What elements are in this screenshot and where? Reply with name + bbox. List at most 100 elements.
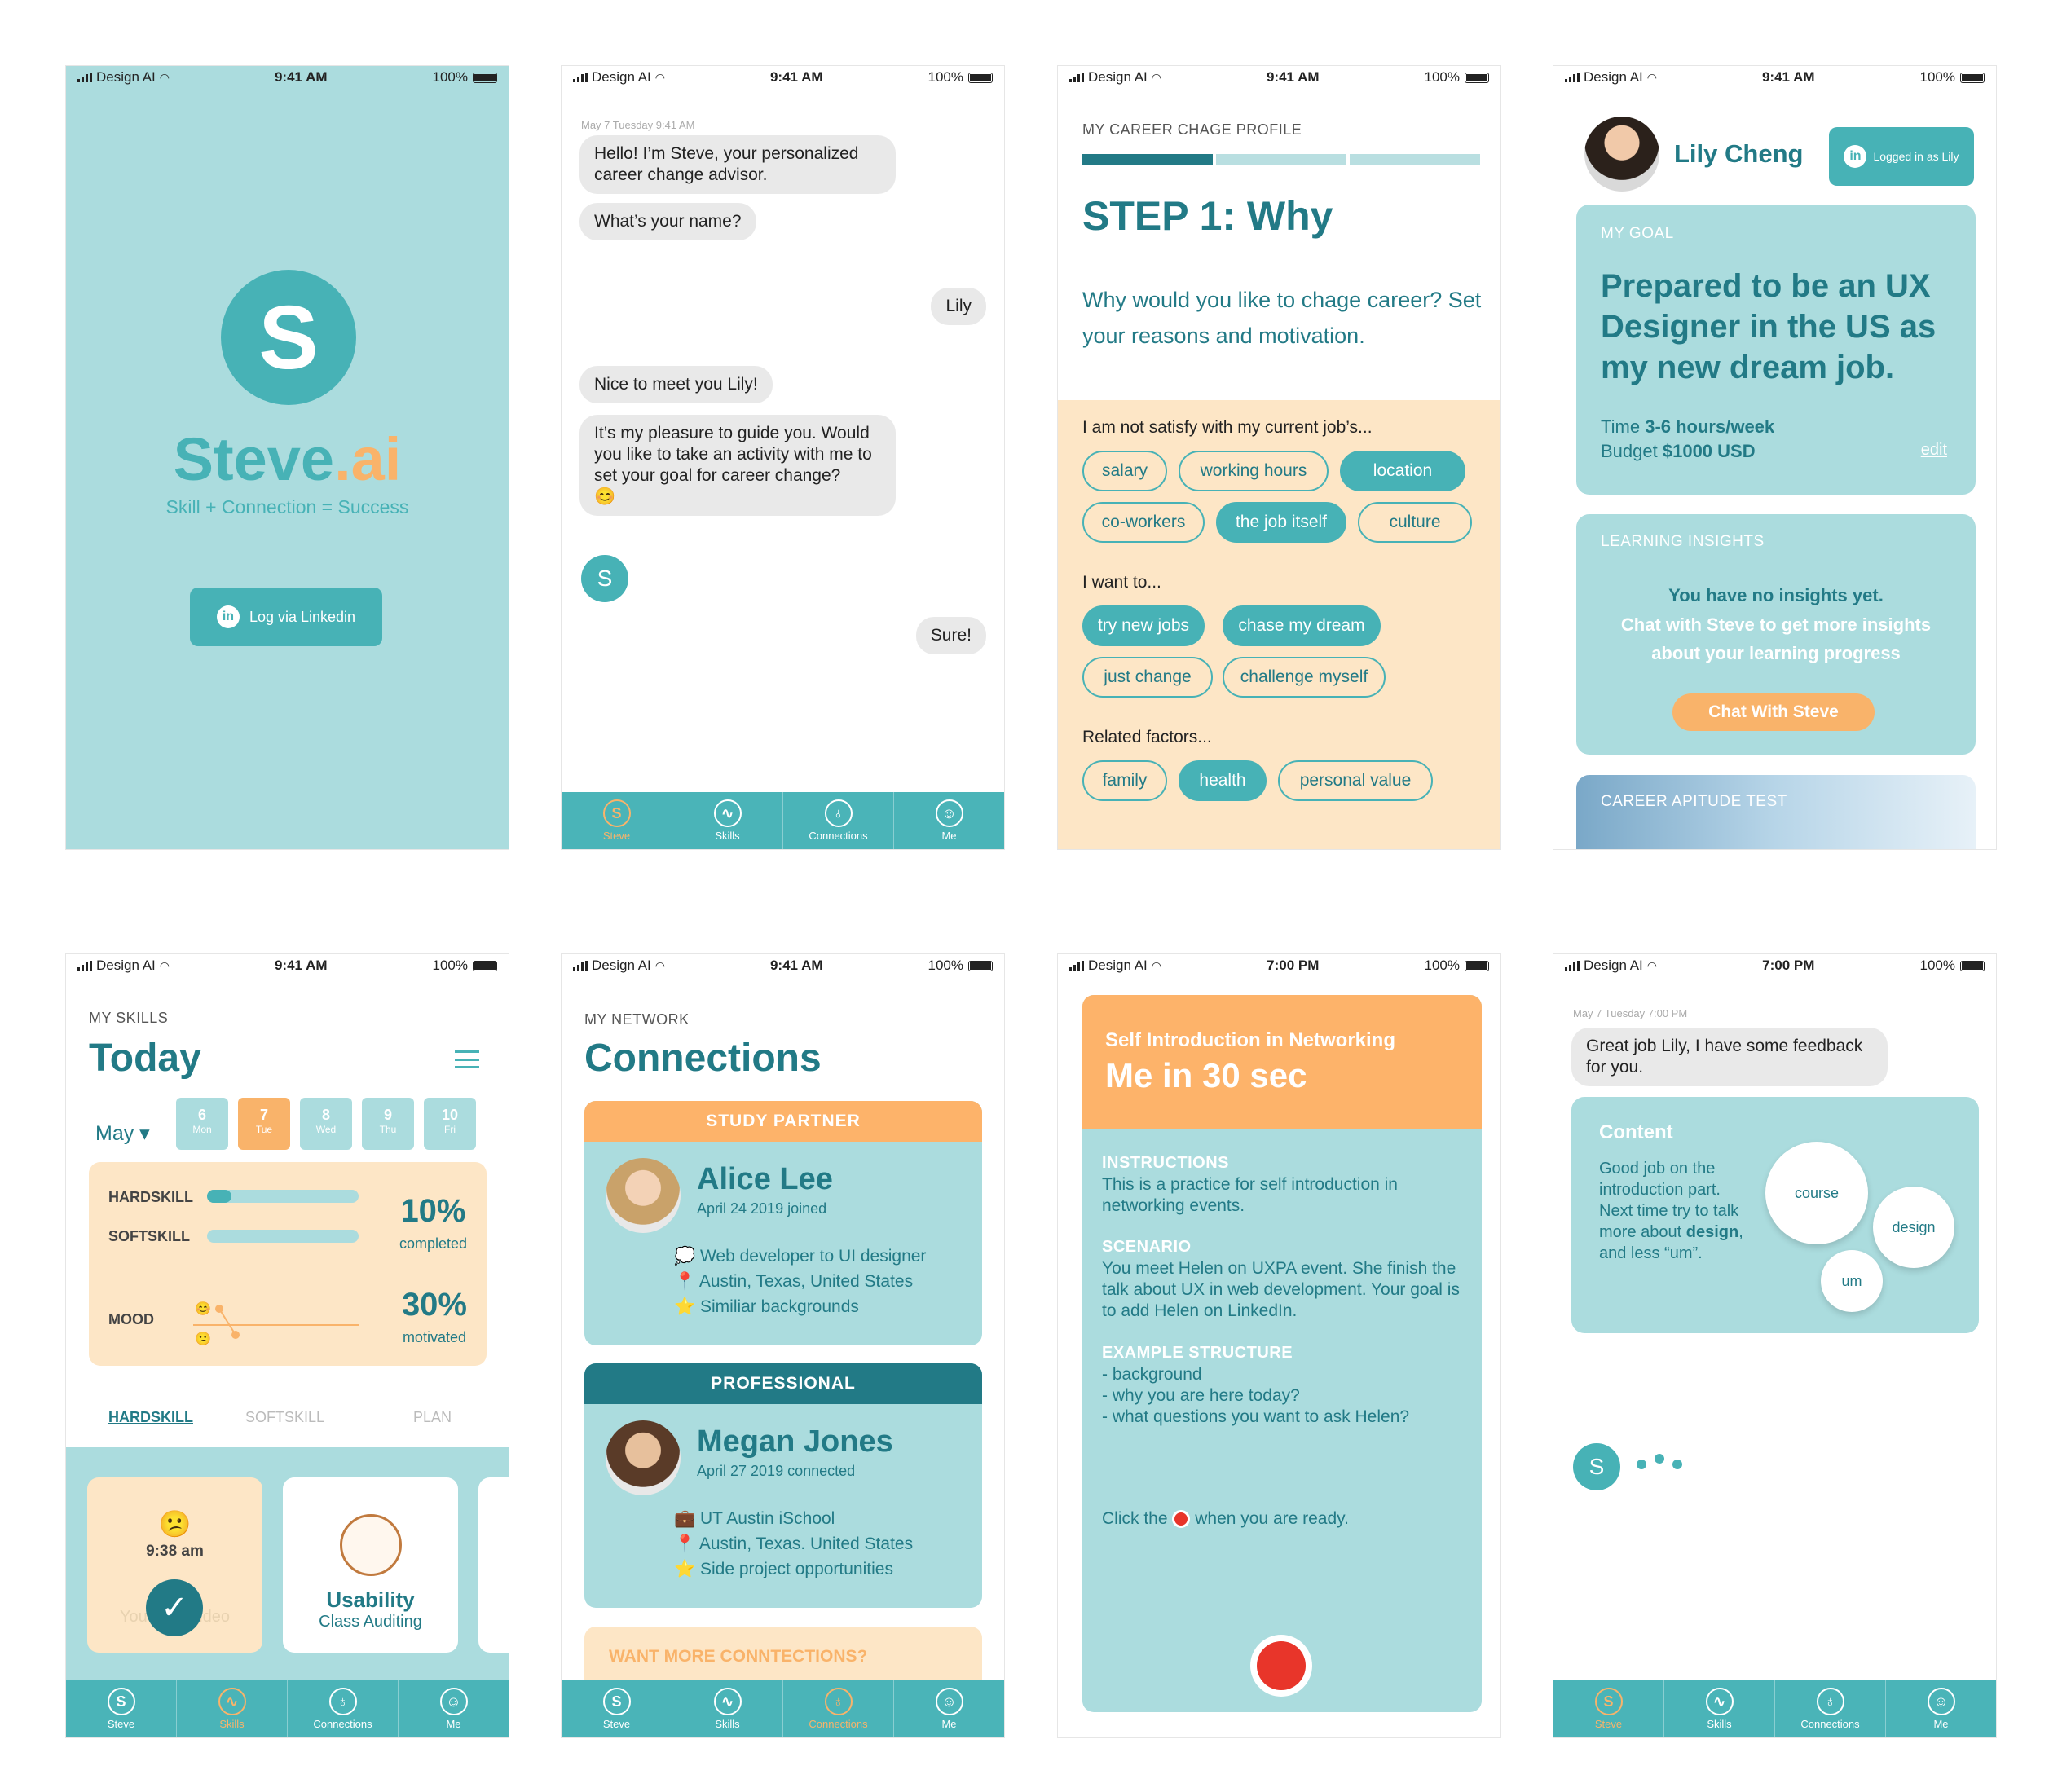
wifi-icon: ◠ <box>654 958 665 972</box>
chip-health[interactable]: health <box>1179 760 1267 801</box>
signal-icon <box>77 73 92 82</box>
group-label: Related factors... <box>1082 728 1212 746</box>
day-6[interactable]: 6 Mon <box>176 1098 228 1150</box>
feedback-screen: Design AI ◠ 7:00 PM 100% May 7 Tuesday 7:… <box>1553 953 1997 1738</box>
chip-salary[interactable]: salary <box>1082 451 1167 491</box>
career-profile-screen: Design AI ◠ 9:41 AM 100% MY CAREER CHAGE … <box>1057 65 1501 850</box>
carrier: Design AI <box>96 958 156 973</box>
connection-card-alice[interactable]: STUDY PARTNER Alice Lee April 24 2019 jo… <box>584 1101 982 1345</box>
tab-connections[interactable]: ♁ Connections <box>783 1680 894 1737</box>
edit-goal-link[interactable]: edit <box>1921 441 1947 460</box>
tab-connections[interactable]: ♁ Connections <box>1775 1680 1886 1737</box>
goal-budget: Budget $1000 USD <box>1601 441 1756 461</box>
tab-skills[interactable]: ∿ Skills <box>1664 1680 1775 1737</box>
signal-icon <box>573 73 588 82</box>
tab-me[interactable]: ☺ Me <box>894 1680 1004 1737</box>
signal-icon <box>1565 73 1580 82</box>
chip-culture[interactable]: culture <box>1358 502 1472 543</box>
practice-subtitle: Self Introduction in Networking <box>1105 1029 1395 1051</box>
activity-tray: 😕 9:38 am YouTube Video ✓ Usability Clas… <box>66 1447 509 1684</box>
slogan: Skill + Connection = Success <box>165 496 409 517</box>
day-10[interactable]: 10 Fri <box>424 1098 476 1150</box>
tab-plan[interactable]: PLAN <box>413 1409 452 1426</box>
tab-skills[interactable]: ∿ Skills <box>672 792 783 849</box>
battery-pct: 100% <box>928 69 963 85</box>
linkedin-status-button[interactable]: in Logged in as Lily <box>1829 127 1974 186</box>
clock: 9:41 AM <box>1761 69 1815 85</box>
tab-me[interactable]: ☺ Me <box>1886 1680 1996 1737</box>
skills-caption: MY SKILLS <box>89 1010 169 1026</box>
mood-label: MOOD <box>108 1311 154 1327</box>
checkmark-icon[interactable]: ✓ <box>146 1579 203 1636</box>
chip-just-change[interactable]: just change <box>1082 657 1213 698</box>
carrier: Design AI <box>96 69 156 85</box>
tab-bar: S Steve ∿ Skills ♁ Connections ☺ Me <box>562 792 1004 849</box>
chip-location[interactable]: location <box>1340 451 1465 491</box>
battery-icon <box>1960 72 1985 83</box>
battery-pct: 100% <box>432 958 468 973</box>
clock: 9:41 AM <box>769 69 823 85</box>
tab-skills[interactable]: ∿ Skills <box>672 1680 783 1737</box>
word-bubble-course[interactable]: course <box>1765 1142 1868 1244</box>
day-9[interactable]: 9 Thu <box>362 1098 414 1150</box>
tab-connections[interactable]: ♁ Connections <box>783 792 894 849</box>
tab-me[interactable]: ☺ Me <box>399 1680 509 1737</box>
word-bubble-design[interactable]: design <box>1873 1187 1954 1268</box>
wifi-icon: ◠ <box>1151 958 1161 972</box>
tab-steve[interactable]: S Steve <box>66 1680 177 1737</box>
clock: 7:00 PM <box>1267 958 1320 973</box>
tab-steve[interactable]: S Steve <box>562 1680 672 1737</box>
linkedin-login-button[interactable]: in Log via Linkedin <box>190 588 382 646</box>
status-bar: Design AI ◠ 9:41 AM 100% <box>66 954 509 977</box>
bot-message: What’s your name? <box>579 203 756 240</box>
wifi-icon: ◠ <box>159 70 170 84</box>
chip-the-job-itself[interactable]: the job itself <box>1216 502 1346 543</box>
record-button[interactable] <box>1250 1635 1312 1697</box>
word-bubble-um[interactable]: um <box>1821 1250 1883 1312</box>
connections-screen: Design AI ◠ 9:41 AM 100% MY NETWORK Conne… <box>561 953 1005 1738</box>
connection-card-megan[interactable]: PROFESSIONAL Megan Jones April 27 2019 c… <box>584 1363 982 1608</box>
status-bar: Design AI ◠ 9:41 AM 100% <box>562 66 1004 89</box>
chip-chase-my-dream[interactable]: chase my dream <box>1223 605 1381 646</box>
day-8[interactable]: 8 Wed <box>300 1098 352 1150</box>
list-icon[interactable] <box>455 1050 479 1068</box>
tab-connections[interactable]: ♁ Connections <box>288 1680 399 1737</box>
tab-hardskill[interactable]: HARDSKILL <box>108 1409 193 1426</box>
tab-softskill[interactable]: SOFTSKILL <box>245 1409 324 1426</box>
month-dropdown[interactable]: May ▾ <box>95 1121 150 1146</box>
tab-me[interactable]: ☺ Me <box>894 792 1004 849</box>
chip-try-new-jobs[interactable]: try new jobs <box>1082 605 1205 646</box>
chat-with-steve-button[interactable]: Chat With Steve <box>1672 693 1875 731</box>
day-7[interactable]: 7 Tue <box>238 1098 290 1150</box>
page-title: Today <box>89 1037 201 1080</box>
aptitude-test-card[interactable]: CAREER APITUDE TEST <box>1576 775 1976 849</box>
activity-card-partial[interactable] <box>478 1477 509 1653</box>
wifi-icon: ◠ <box>1151 70 1161 84</box>
user-name: Lily Cheng <box>1674 139 1804 168</box>
login-label: Log via Linkedin <box>249 608 356 625</box>
tab-skills[interactable]: ∿ Skills <box>177 1680 288 1737</box>
activity-card-usability[interactable]: Usability Class Auditing <box>283 1477 458 1653</box>
chip-challenge-myself[interactable]: challenge myself <box>1223 657 1386 698</box>
chip-working-hours[interactable]: working hours <box>1179 451 1329 491</box>
chat-timestamp: May 7 Tuesday 9:41 AM <box>581 119 695 131</box>
chip-family[interactable]: family <box>1082 760 1167 801</box>
feedback-text: Good job on the introduction part. Next … <box>1599 1160 1743 1262</box>
goal-caption: MY GOAL <box>1601 225 1674 242</box>
chip-co-workers[interactable]: co-workers <box>1082 502 1205 543</box>
clock: 7:00 PM <box>1762 958 1815 973</box>
tab-steve[interactable]: S Steve <box>562 792 672 849</box>
chip-personal-value[interactable]: personal value <box>1278 760 1433 801</box>
battery-pct: 100% <box>928 958 963 973</box>
linkedin-icon: in <box>216 605 240 628</box>
university-seal-icon <box>340 1514 402 1576</box>
battery-icon <box>1960 960 1985 971</box>
completed-percent: 10% completed <box>399 1193 467 1252</box>
activity-card-video[interactable]: 😕 9:38 am YouTube Video ✓ <box>87 1477 262 1653</box>
battery-pct: 100% <box>1424 958 1460 973</box>
activity-time: 9:38 am <box>146 1543 204 1560</box>
lightbulb-icon: ♁ <box>824 799 853 827</box>
contact-info: 💭 Web developer to UI designer 📍 Austin, … <box>674 1247 927 1316</box>
tab-steve[interactable]: S Steve <box>1553 1680 1664 1737</box>
confused-emoji-icon: 😕 <box>158 1509 192 1539</box>
